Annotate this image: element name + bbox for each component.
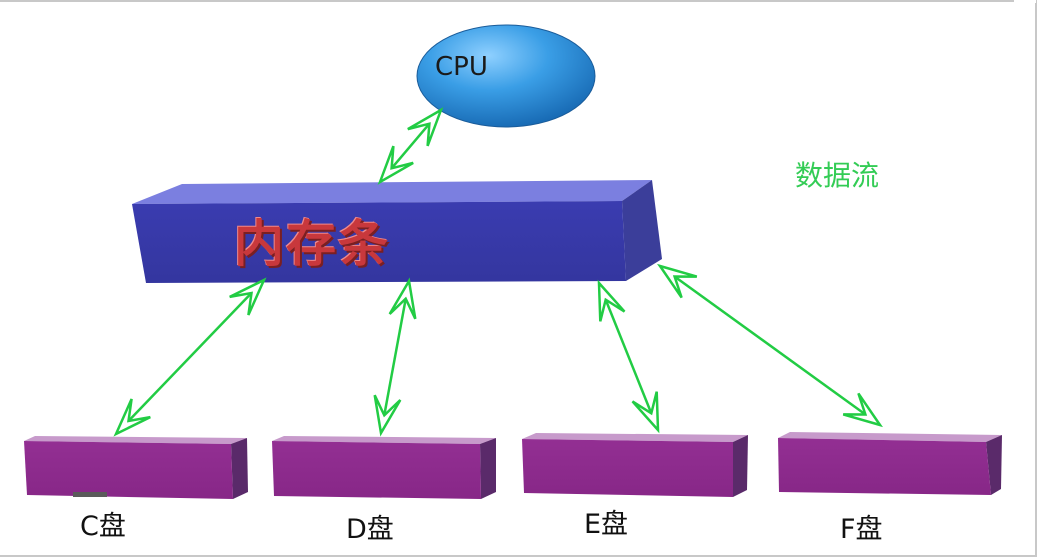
stray-mark <box>73 492 107 497</box>
data-flow-label: 数据流 <box>795 159 880 192</box>
memory-stick <box>132 180 662 283</box>
arrow-memory-disk-f <box>657 263 883 428</box>
disk-d <box>272 436 496 499</box>
arrow-memory-disk-d <box>373 277 417 437</box>
arrow-shaft <box>126 290 254 424</box>
disk-f-label: F盘 <box>840 514 883 545</box>
arrow-memory-disk-e <box>597 279 660 434</box>
disk-e-label: E盘 <box>584 509 629 540</box>
disk-e <box>522 433 748 497</box>
arrow-head <box>842 392 883 428</box>
architecture-diagram <box>24 24 1002 499</box>
arrow-head <box>657 263 698 299</box>
arrow-memory-disk-c <box>113 277 267 437</box>
disk-c-label: C盘 <box>80 511 126 542</box>
memory-label: 内存条 <box>234 215 390 273</box>
disk-c <box>24 436 248 499</box>
arrow-shaft <box>672 274 868 417</box>
arrow-cpu-memory <box>377 107 444 185</box>
disk-d-label: D盘 <box>346 514 394 545</box>
cpu-label: CPU <box>435 52 488 82</box>
disk-f <box>778 432 1002 495</box>
arrow-shaft <box>382 296 408 418</box>
arrow-shaft <box>603 297 654 416</box>
